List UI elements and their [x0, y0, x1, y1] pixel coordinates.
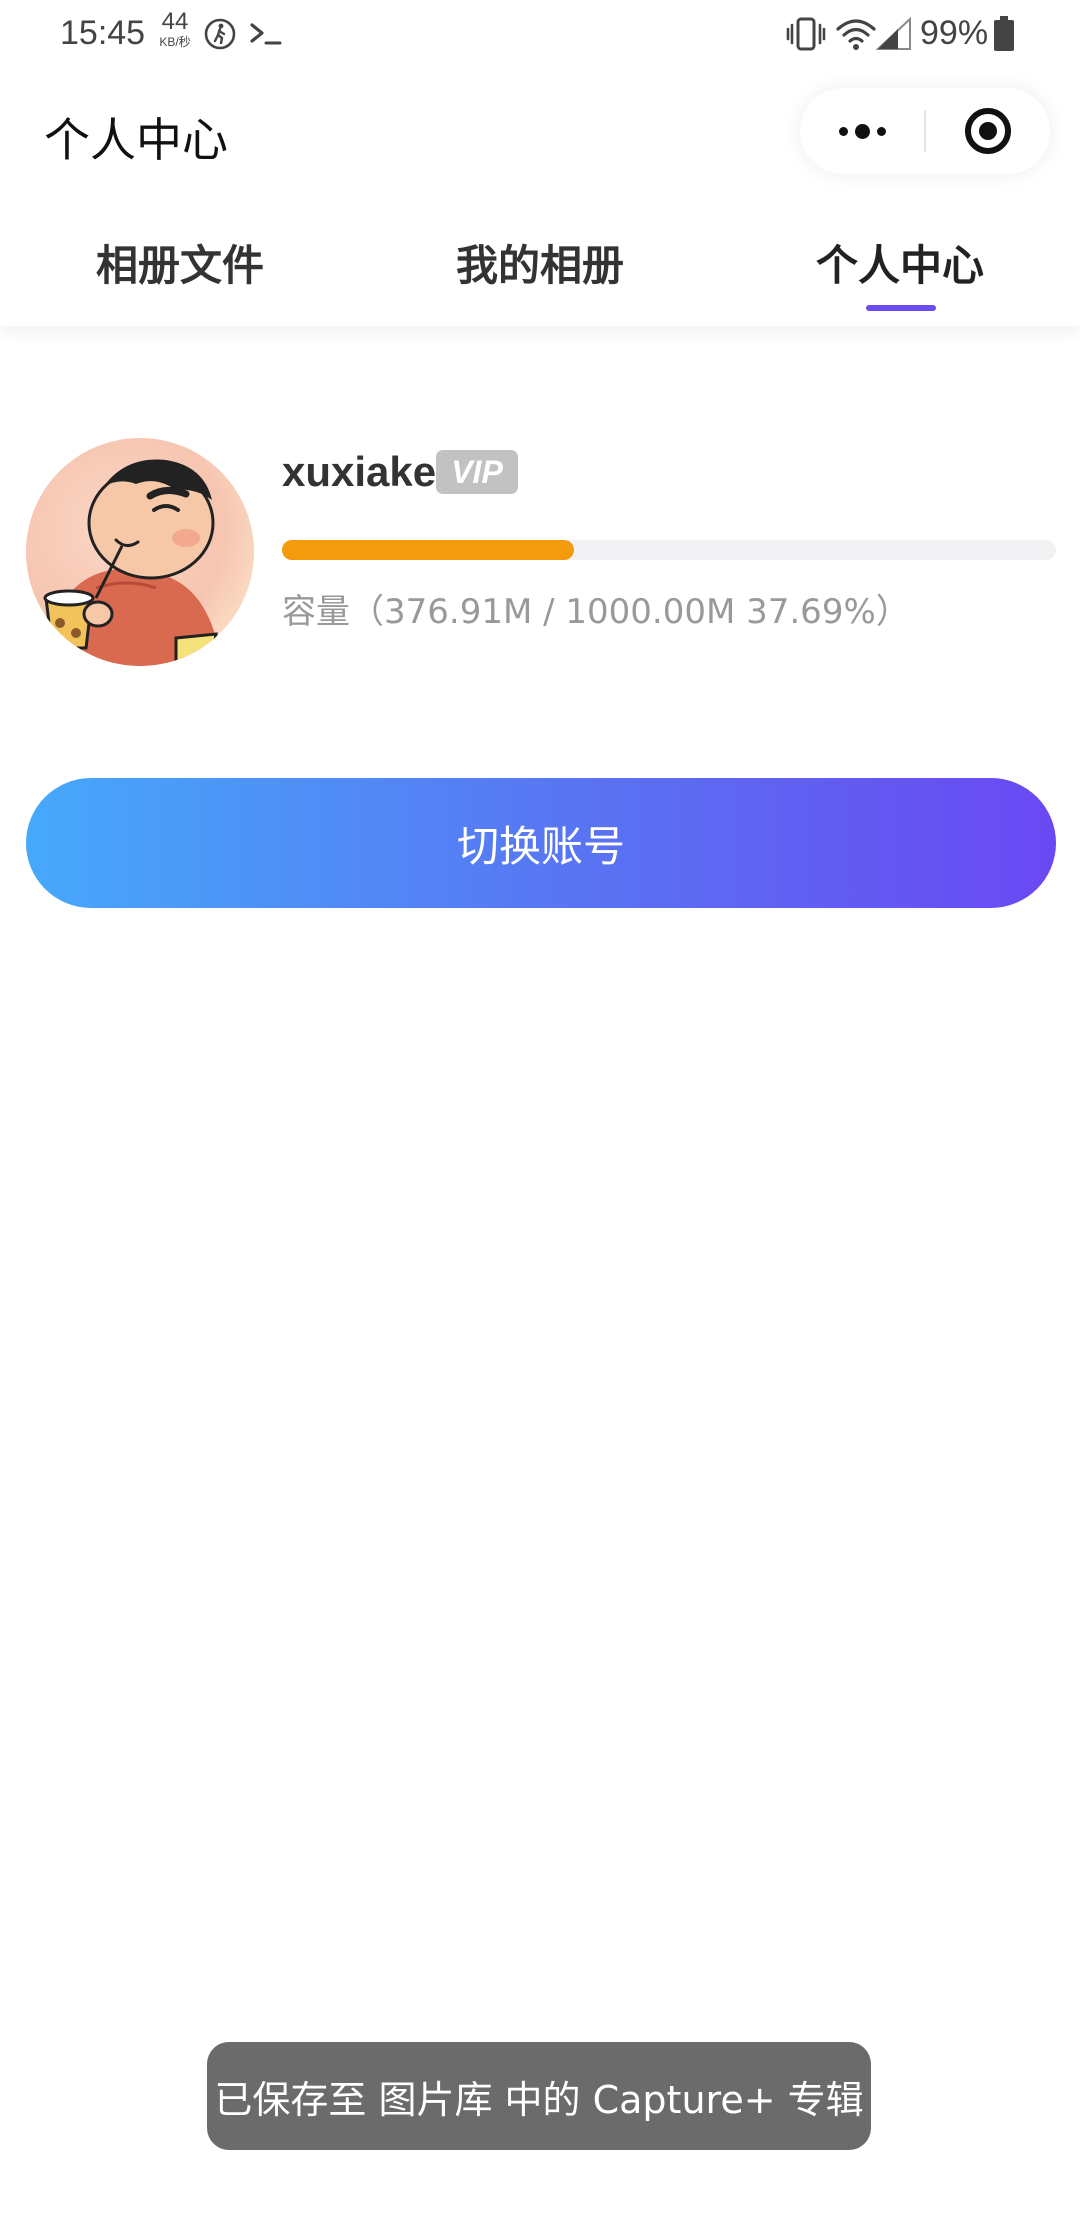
more-dot: [838, 126, 848, 136]
vibrate-icon: [786, 16, 826, 56]
status-time: 15:45: [60, 14, 146, 52]
walking-icon: [203, 17, 237, 55]
network-speed: 44 KB/秒: [154, 8, 196, 49]
tab-bar: 相册文件 我的相册 个人中心: [0, 196, 1080, 326]
username: xuxiake: [282, 448, 437, 495]
signal-icon: [875, 16, 912, 55]
nav-bar: 个人中心: [0, 70, 1080, 195]
more-dot: [854, 123, 870, 139]
mini-program-capsule: [800, 88, 1050, 174]
network-speed-value: 44: [161, 8, 189, 35]
terminal-icon: [248, 19, 284, 53]
target-center: [979, 122, 997, 140]
storage-capacity-text: 容量（376.91M / 1000.00M 37.69%）: [282, 592, 910, 632]
avatar[interactable]: [26, 438, 254, 666]
storage-progress-fill: [282, 540, 574, 560]
switch-account-button[interactable]: 切换账号: [26, 778, 1056, 908]
active-tab-indicator: [866, 305, 936, 311]
toast-message: 已保存至 图片库 中的 Capture+ 专辑: [207, 2042, 871, 2150]
status-bar: 15:45 44 KB/秒 99%: [0, 0, 1080, 70]
battery-level: 99%: [920, 14, 989, 52]
storage-progress-bar: [282, 540, 1056, 560]
tab-personal-center[interactable]: 个人中心: [720, 232, 1080, 293]
tab-album-files[interactable]: 相册文件: [0, 232, 360, 293]
target-ring: [965, 108, 1011, 154]
vip-badge: VIP: [436, 450, 518, 494]
wifi-icon: [836, 17, 876, 55]
network-speed-unit: KB/秒: [159, 35, 191, 49]
tab-my-albums[interactable]: 我的相册: [360, 232, 720, 293]
target-icon[interactable]: [926, 88, 1050, 174]
battery-icon: [993, 16, 1015, 56]
more-icon[interactable]: [800, 88, 924, 174]
more-dot: [876, 126, 886, 136]
profile-card: xuxiake VIP 容量（376.91M / 1000.00M 37.69%…: [0, 430, 1080, 670]
page-title: 个人中心: [44, 113, 228, 167]
